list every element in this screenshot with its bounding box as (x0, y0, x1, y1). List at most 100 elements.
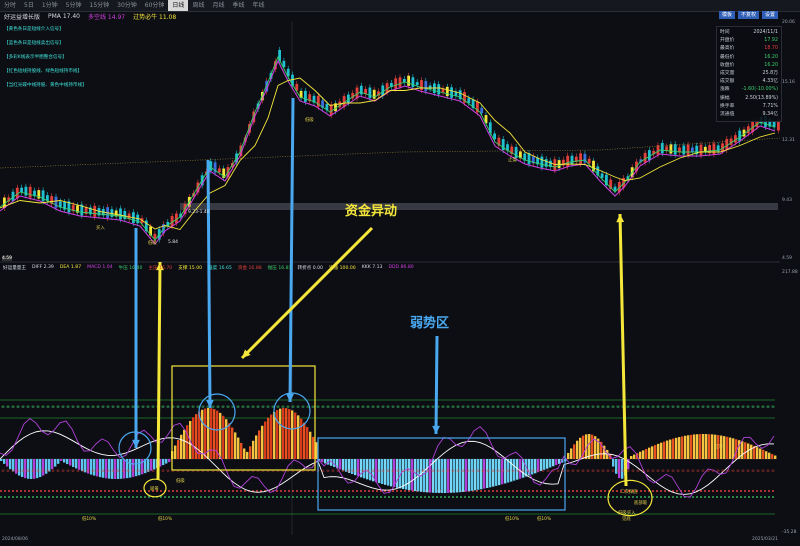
histogram-bar (357, 459, 360, 477)
candle-body (648, 150, 651, 161)
histogram-bar (123, 459, 126, 479)
dot-marker (651, 405, 655, 408)
dot-marker (576, 405, 580, 408)
histogram-bar (177, 440, 180, 459)
histogram-bar (105, 459, 108, 479)
dot-marker (746, 405, 750, 408)
dot-marker (16, 405, 20, 408)
dot-marker (706, 469, 710, 472)
histogram-bar (423, 459, 426, 493)
histogram-bar (621, 459, 624, 479)
dot-marker (681, 405, 685, 408)
dot-marker (416, 405, 420, 408)
dot-marker (241, 405, 245, 408)
histogram-bar (138, 459, 141, 476)
signal-tag: 低吸 (148, 241, 157, 246)
candle-body (218, 168, 221, 173)
histogram-bar (729, 437, 732, 459)
dot-marker (606, 469, 610, 472)
histogram-bar (363, 459, 366, 479)
histogram-bar (504, 459, 507, 484)
dot-marker (396, 405, 400, 408)
histogram-bar (630, 456, 633, 459)
dot-marker (701, 405, 705, 408)
indicator-value: KKK 7.13 (361, 265, 383, 270)
dot-marker (11, 405, 15, 408)
weak-arrow-head (432, 425, 440, 434)
indicator-value: DDD 86.80 (388, 265, 414, 270)
candle-body (699, 144, 703, 156)
dot-marker (456, 405, 460, 408)
candle-body (398, 77, 402, 87)
candle-body (600, 173, 604, 178)
histogram-bar (489, 459, 492, 488)
kline-chart[interactable] (0, 0, 800, 546)
signal-tag: 低10% (82, 517, 97, 522)
dot-marker (636, 469, 640, 472)
dot-marker (556, 405, 560, 408)
price-axis-label: 15.16 (782, 80, 795, 85)
dot-marker (21, 405, 25, 408)
candle-body (673, 144, 677, 155)
dot-marker (626, 469, 630, 472)
histogram-bar (696, 434, 699, 459)
histogram-bar (264, 421, 267, 459)
candle-body (119, 208, 122, 220)
dot-marker (716, 405, 720, 408)
signal-tag: 见顶 (714, 445, 723, 450)
dot-marker (656, 469, 660, 472)
dot-marker (601, 405, 605, 408)
indicator-value: 强度 16.65 (208, 265, 232, 271)
candle-body (304, 90, 307, 102)
histogram-bar (456, 459, 459, 493)
histogram-bar (201, 409, 204, 459)
histogram-bar (114, 459, 117, 479)
dot-marker (6, 469, 10, 472)
histogram-bar (750, 444, 753, 459)
dot-marker (631, 469, 635, 472)
histogram-bar (12, 459, 15, 472)
dot-marker (506, 405, 510, 408)
histogram-bar (414, 459, 417, 492)
histogram-bar (393, 459, 396, 488)
info-key: 振幅 (720, 95, 730, 101)
histogram-bar (183, 429, 186, 459)
dot-marker (476, 405, 480, 408)
histogram-bar (225, 419, 228, 459)
dot-marker (566, 405, 570, 408)
histogram-bar (81, 459, 84, 472)
dot-marker (166, 405, 170, 408)
histogram-bar (726, 436, 729, 459)
candle-body (420, 80, 423, 90)
candle-body (579, 153, 582, 165)
signal-tag: 低吸 (176, 479, 185, 484)
histogram-bar (552, 459, 555, 467)
histogram-bar (321, 459, 324, 463)
dot-marker (451, 405, 455, 408)
histogram-bar (75, 459, 78, 469)
dot-marker (566, 469, 570, 472)
histogram-bar (117, 459, 120, 479)
histogram-bar (99, 459, 102, 478)
histogram-bar (660, 442, 663, 459)
histogram-bar (387, 459, 390, 486)
dot-marker (391, 405, 395, 408)
histogram-bar (240, 442, 243, 459)
histogram-bar (135, 459, 138, 477)
date-label-start: 2024/08/06 (2, 537, 28, 542)
indicator-value: 追涨 100.00 (328, 265, 356, 271)
signal-tag: 低10% (537, 517, 552, 522)
histogram-bar (249, 446, 252, 459)
histogram-bar (540, 459, 543, 472)
histogram-bar (306, 426, 309, 459)
histogram-bar (657, 443, 660, 459)
indicator-value: 牛压 16.40 (118, 265, 143, 271)
dot-marker (261, 405, 265, 408)
histogram-bar (741, 441, 744, 459)
dot-marker (101, 405, 105, 408)
dot-marker (201, 405, 205, 408)
info-key: 成交额 (720, 79, 735, 85)
histogram-bar (39, 459, 42, 478)
up-arrow (156, 261, 162, 481)
dot-marker (1, 469, 5, 472)
